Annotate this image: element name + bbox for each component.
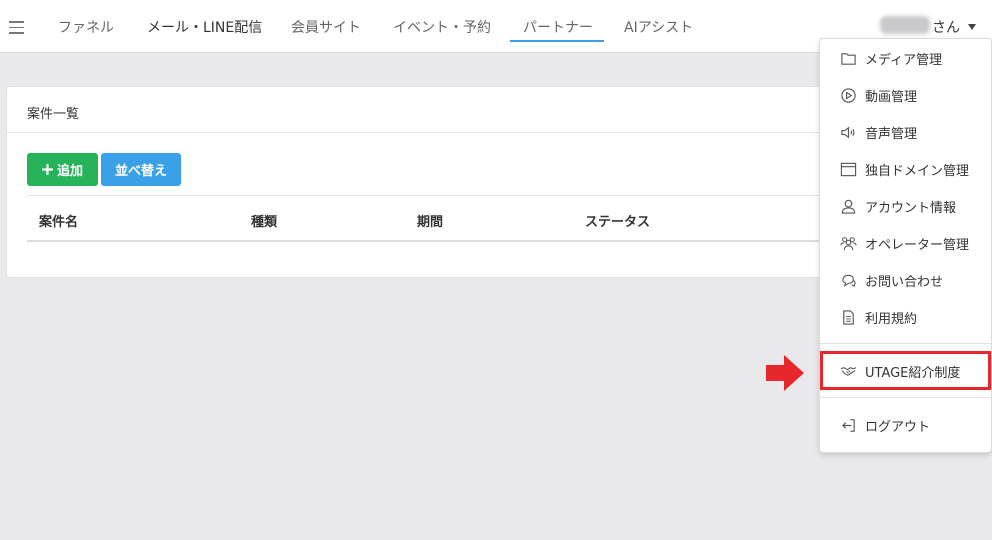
menu-item-operators[interactable]: オペレーター管理 <box>820 228 992 258</box>
card-divider <box>7 132 865 133</box>
user-name-blurred[interactable] <box>880 16 930 34</box>
menu-item-contact[interactable]: お問い合わせ <box>820 265 992 295</box>
nav-item-funnel[interactable]: ファネル <box>58 17 114 37</box>
sort-button-label: 並べ替え <box>114 164 167 179</box>
menu-divider <box>820 343 992 344</box>
nav-item-ai-assist[interactable]: AIアシスト <box>624 17 693 37</box>
play-circle-icon <box>839 86 857 104</box>
document-icon <box>839 308 857 326</box>
table-header-border <box>27 240 847 242</box>
browser-window-icon <box>839 160 857 178</box>
user-menu-label[interactable]: さん <box>932 17 960 37</box>
menu-item-label: お問い合わせ <box>865 274 944 290</box>
hamburger-menu-icon[interactable] <box>9 21 24 34</box>
nav-item-member-site[interactable]: 会員サイト <box>291 17 361 37</box>
card-title: 案件一覧 <box>27 107 80 122</box>
column-header-status: ステータス <box>585 215 651 230</box>
menu-item-label: 独自ドメイン管理 <box>865 163 970 179</box>
menu-item-video[interactable]: 動画管理 <box>820 80 992 110</box>
chat-icon <box>839 271 857 289</box>
column-header-name: 案件名 <box>39 215 79 230</box>
project-list-card: 案件一覧 追加 並べ替え 案件名 種類 期間 ステータス <box>6 86 866 278</box>
menu-item-label: 音声管理 <box>865 126 918 142</box>
column-header-period: 期間 <box>417 215 444 230</box>
column-header-type: 種類 <box>251 215 278 230</box>
menu-item-audio[interactable]: 音声管理 <box>820 117 992 147</box>
menu-item-label: ログアウト <box>865 419 931 435</box>
add-button-label: 追加 <box>56 164 83 179</box>
menu-item-account[interactable]: アカウント情報 <box>820 191 992 221</box>
folder-icon <box>839 49 857 67</box>
menu-item-terms[interactable]: 利用規約 <box>820 302 992 332</box>
menu-item-media[interactable]: メディア管理 <box>820 43 992 73</box>
menu-item-label: アカウント情報 <box>865 200 957 216</box>
person-icon <box>839 197 857 215</box>
nav-item-event[interactable]: イベント・予約 <box>393 17 491 37</box>
table-top-border <box>27 195 847 196</box>
active-tab-indicator <box>510 40 604 42</box>
menu-divider <box>820 397 992 398</box>
menu-item-label: 利用規約 <box>865 311 918 327</box>
speaker-icon <box>839 123 857 141</box>
menu-item-custom-domain[interactable]: 独自ドメイン管理 <box>820 154 992 184</box>
menu-item-label: メディア管理 <box>865 52 943 68</box>
red-arrow-icon <box>766 355 804 391</box>
menu-item-label: 動画管理 <box>865 89 918 105</box>
nav-item-mail-line[interactable]: メール・LINE配信 <box>147 17 262 37</box>
people-icon <box>839 234 857 252</box>
caret-down-icon[interactable] <box>968 24 976 30</box>
sort-button[interactable]: 並べ替え <box>101 153 181 186</box>
menu-item-label: オペレーター管理 <box>865 237 970 253</box>
add-button[interactable]: 追加 <box>27 153 98 186</box>
plus-icon <box>41 164 53 175</box>
logout-icon <box>839 416 857 434</box>
nav-item-partner[interactable]: パートナー <box>523 17 593 37</box>
menu-item-logout[interactable]: ログアウト <box>820 410 992 440</box>
highlight-box <box>820 351 991 390</box>
user-dropdown-menu: メディア管理 動画管理 音声管理 独自ドメイン管理 アカウント情報 オペレーター… <box>819 38 992 453</box>
